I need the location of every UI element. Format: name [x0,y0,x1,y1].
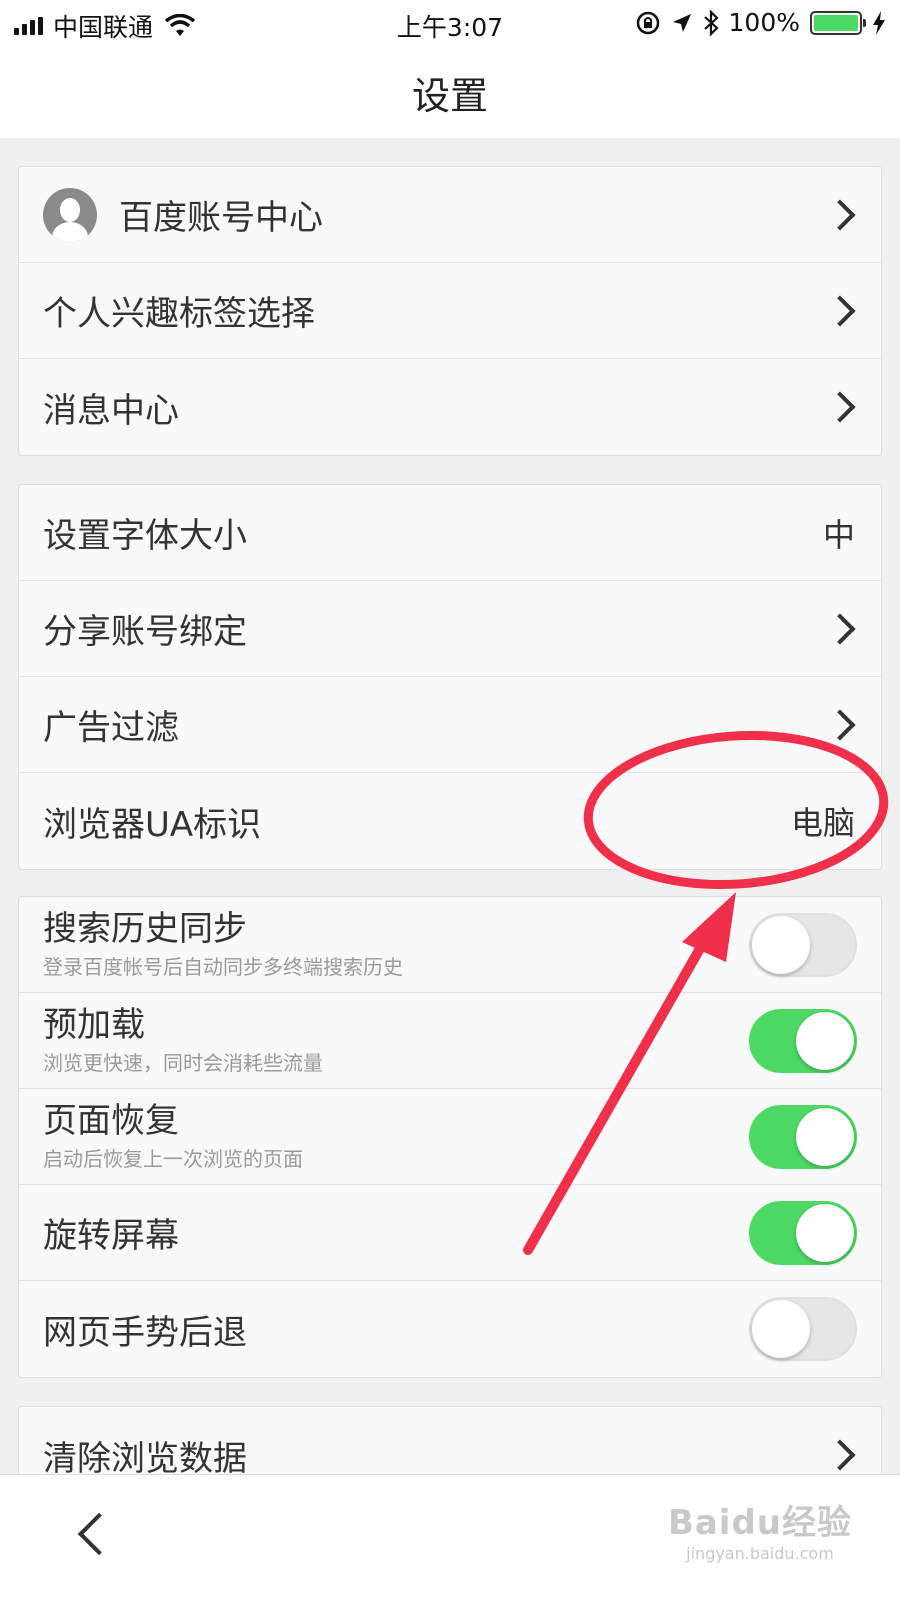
avatar-icon [43,187,97,242]
preload-toggle[interactable] [749,1008,857,1073]
charging-icon [873,10,885,35]
settings-group-browser: 设置字体大小 中 分享账号绑定 广告过滤 浏览器UA标识 电脑 [18,484,882,870]
ad-filter-row[interactable]: 广告过滤 [19,677,881,773]
font-size-row[interactable]: 设置字体大小 中 [19,485,881,581]
chevron-right-icon [824,612,856,645]
status-right: 100% [635,8,886,37]
watermark-line1: Baidu经验 [667,1503,852,1543]
clear-data-label: 清除浏览数据 [43,1438,247,1479]
gesture-back-row: 网页手势后退 [19,1281,881,1377]
page-title: 设置 [411,73,488,118]
location-icon [672,13,691,32]
chevron-right-icon [824,1439,856,1471]
gesture-back-toggle[interactable] [749,1297,857,1361]
settings-group-account: 百度账号中心 个人兴趣标签选择 消息中心 [18,166,882,456]
page-restore-row: 页面恢复 启动后恢复上一次浏览的页面 [19,1089,881,1185]
share-binding-label: 分享账号绑定 [43,612,247,652]
nav-bar: 设置 [0,46,900,138]
message-center-label: 消息中心 [43,390,179,431]
gesture-back-label: 网页手势后退 [43,1312,247,1353]
search-history-sync-desc: 登录百度帐号后自动同步多终端搜索历史 [43,955,403,979]
account-center-row[interactable]: 百度账号中心 [19,167,881,263]
back-chevron-icon[interactable] [77,1512,121,1556]
font-size-label: 设置字体大小 [43,516,247,556]
watermark-logo: Baidu经验 jingyan.baidu.com [668,1495,852,1563]
search-history-sync-row: 搜索历史同步 登录百度帐号后自动同步多终端搜索历史 [19,897,881,993]
account-center-label: 百度账号中心 [119,198,323,238]
page-restore-desc: 启动后恢复上一次浏览的页面 [43,1147,303,1171]
interest-tags-label: 个人兴趣标签选择 [43,294,315,334]
chevron-right-icon [824,198,856,231]
share-binding-row[interactable]: 分享账号绑定 [19,581,881,677]
ua-label: 浏览器UA标识 [43,804,262,845]
bluetooth-icon [703,9,719,36]
battery-percent: 100% [728,8,800,37]
preload-desc: 浏览更快速，同时会消耗些流量 [43,1051,323,1075]
interest-tags-row[interactable]: 个人兴趣标签选择 [19,263,881,359]
font-size-value: 中 [822,515,855,554]
rotation-lock-icon [636,11,659,34]
search-history-sync-toggle[interactable] [749,912,857,977]
chevron-right-icon [824,708,856,741]
ad-filter-label: 广告过滤 [43,708,179,748]
settings-group-toggles: 搜索历史同步 登录百度帐号后自动同步多终端搜索历史 预加载 浏览更快速，同时会消… [18,896,882,1378]
rotate-screen-label: 旋转屏幕 [43,1216,179,1256]
search-history-sync-label: 搜索历史同步 [43,909,247,949]
rotate-screen-row: 旋转屏幕 [19,1185,881,1281]
chevron-right-icon [824,294,856,327]
page-restore-toggle[interactable] [749,1104,857,1169]
ua-value: 电脑 [790,804,855,842]
rotate-screen-toggle[interactable] [749,1200,857,1265]
message-center-row[interactable]: 消息中心 [19,359,881,455]
ua-row[interactable]: 浏览器UA标识 电脑 [19,773,881,869]
chevron-right-icon [824,391,856,423]
status-bar: 中国联通 上午3:07 100% [0,0,900,46]
preload-row: 预加载 浏览更快速，同时会消耗些流量 [19,993,881,1089]
page-restore-label: 页面恢复 [43,1101,179,1141]
preload-label: 预加载 [43,1005,145,1045]
battery-icon [810,10,866,35]
watermark-line2: jingyan.baidu.com [686,1544,834,1563]
bottom-toolbar: Baidu经验 jingyan.baidu.com [0,1474,900,1600]
